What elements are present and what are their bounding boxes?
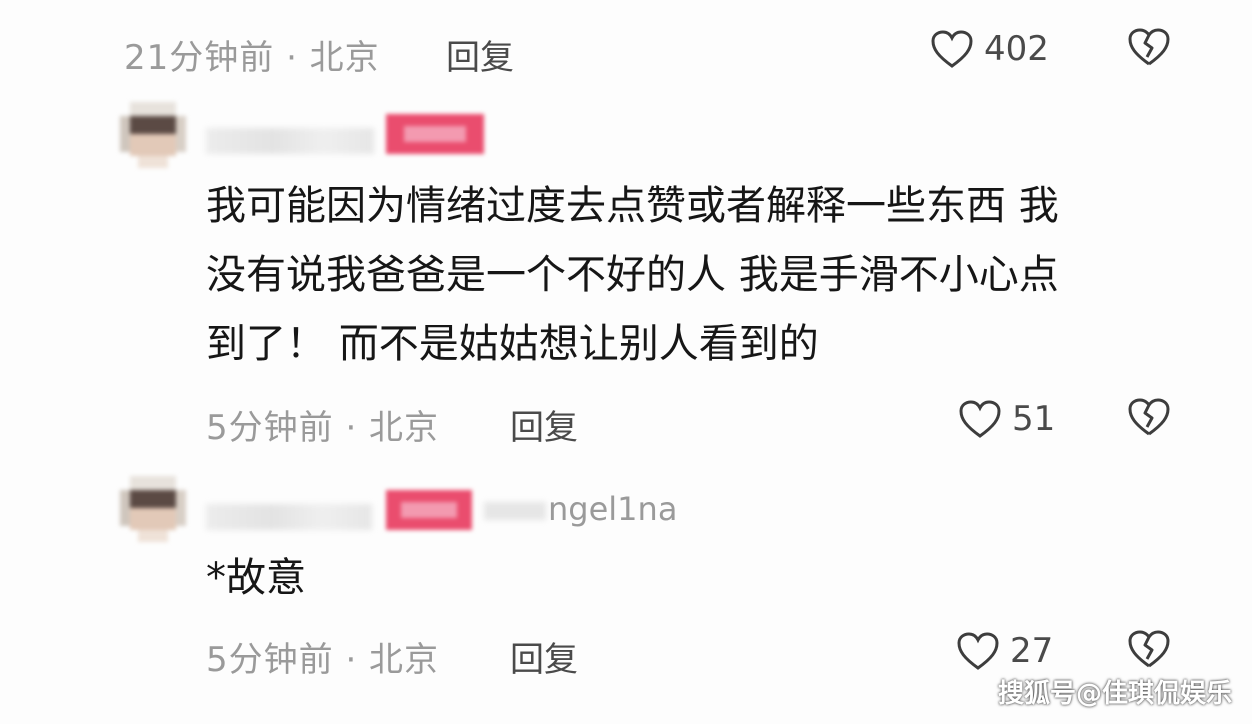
reply-button[interactable]: 回复 [510, 632, 578, 681]
username-blurred[interactable] [206, 128, 374, 154]
comment-time-location: 21分钟前 · 北京 [124, 38, 380, 78]
reply-target-blurred [484, 502, 546, 520]
like-count: 27 [1010, 631, 1054, 671]
username-blurred[interactable] [206, 504, 372, 530]
dislike-button[interactable] [1126, 628, 1172, 674]
broken-heart-icon [1128, 630, 1170, 668]
avatar[interactable] [120, 102, 186, 168]
reply-target-name[interactable]: ngel1na [548, 490, 677, 528]
broken-heart-icon [1128, 398, 1170, 436]
dislike-button[interactable] [1126, 26, 1172, 72]
like-button[interactable]: 51 [958, 394, 1055, 444]
reply-button[interactable]: 回复 [510, 400, 578, 449]
comment-text: *故意 [206, 555, 306, 601]
broken-heart-icon [1128, 28, 1170, 66]
author-badge-blurred [386, 114, 484, 154]
like-button[interactable]: 402 [930, 24, 1049, 74]
like-count: 51 [1012, 399, 1056, 439]
heart-outline-icon [959, 400, 1001, 438]
like-count: 402 [984, 29, 1049, 69]
comment-footer: 5分钟前 · 北京 回复 51 [0, 394, 1252, 448]
comment-time-location: 5分钟前 · 北京 [206, 640, 440, 680]
comment-footer: 21分钟前 · 北京 回复 402 [0, 24, 1252, 78]
comment-time-location: 5分钟前 · 北京 [206, 408, 440, 448]
watermark: 搜狐号@佳琪侃娱乐 [997, 679, 1232, 709]
comment-text: 我可能因为情绪过度去点赞或者解释一些东西 我 没有说我爸爸是一个不好的人 我是手… [206, 183, 1059, 367]
author-badge-blurred [386, 490, 472, 530]
heart-outline-icon [957, 632, 999, 670]
heart-outline-icon [931, 30, 973, 68]
dislike-button[interactable] [1126, 396, 1172, 442]
comment-footer: 5分钟前 · 北京 回复 27 [0, 626, 1252, 680]
avatar[interactable] [120, 476, 186, 542]
reply-button[interactable]: 回复 [446, 30, 514, 79]
comment-thread: 21分钟前 · 北京 回复 402 我可能因为情绪过度去点赞或者解释一些东西 我… [0, 0, 1252, 724]
like-button[interactable]: 27 [956, 626, 1053, 676]
